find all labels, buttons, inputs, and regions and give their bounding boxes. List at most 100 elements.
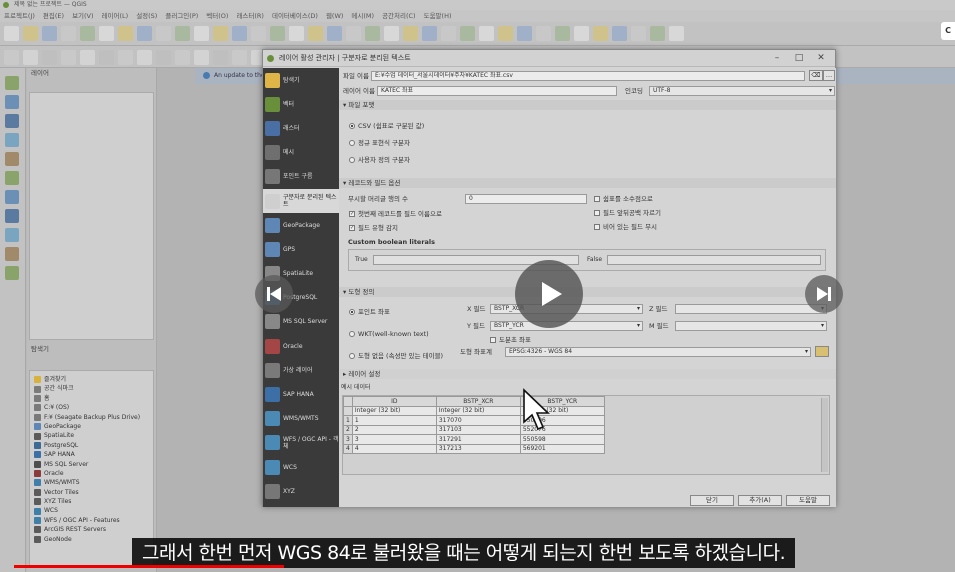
toolbar-tool-icon[interactable] <box>574 26 589 41</box>
add-layer-icon[interactable] <box>5 228 19 242</box>
toolbar-tool-icon[interactable] <box>650 26 665 41</box>
add-button[interactable]: 추가(A) <box>738 495 782 506</box>
browser-item[interactable]: WCS <box>34 506 151 515</box>
add-layer-icon[interactable] <box>5 152 19 166</box>
edit-tool-icon[interactable] <box>99 50 114 65</box>
dms-checkbox[interactable] <box>490 337 496 343</box>
toolbar-tool-icon[interactable] <box>536 26 551 41</box>
add-layer-icon[interactable] <box>5 95 19 109</box>
table-scrollbar[interactable] <box>821 398 828 472</box>
menu-item[interactable]: 레이어(L) <box>102 10 129 22</box>
sidebar-item[interactable]: 래스터 <box>263 116 339 140</box>
toolbar-tool-icon[interactable] <box>498 26 513 41</box>
menu-item[interactable]: 도움말(H) <box>424 10 452 22</box>
check-option[interactable]: ✓ 필드 유형 감지 <box>349 223 398 233</box>
toolbar-tool-icon[interactable] <box>42 26 57 41</box>
radio-button[interactable] <box>349 309 355 315</box>
checkbox[interactable] <box>594 224 600 230</box>
menu-item[interactable]: 공간처리(C) <box>382 10 416 22</box>
browser-item[interactable]: PostgreSQL <box>34 441 151 450</box>
toolbar-tool-icon[interactable] <box>137 26 152 41</box>
menu-item[interactable]: 편집(E) <box>43 10 64 22</box>
toolbar-tool-icon[interactable] <box>289 26 304 41</box>
sidebar-item[interactable]: 탐색기 <box>263 68 339 92</box>
toolbar-tool-icon[interactable] <box>593 26 608 41</box>
encoding-select[interactable]: UTF-8 <box>649 86 835 96</box>
m-field-select[interactable] <box>675 321 827 331</box>
sidebar-item[interactable]: GPS <box>263 237 339 261</box>
column-type-select[interactable]: Integer (32 bit) <box>351 405 437 416</box>
browser-item[interactable]: F:¥ (Seagate Backup Plus Drive) <box>34 413 151 422</box>
browser-item[interactable]: WMS/WMTS <box>34 478 151 487</box>
toolbar-tool-icon[interactable] <box>175 26 190 41</box>
browser-item[interactable]: C:¥ (OS) <box>34 403 151 412</box>
layers-tree[interactable] <box>29 92 154 340</box>
toolbar-tool-icon[interactable] <box>517 26 532 41</box>
menu-item[interactable]: 설정(S) <box>136 10 157 22</box>
toolbar-tool-icon[interactable] <box>479 26 494 41</box>
layer-name-input[interactable]: KATEC 좌표 <box>377 86 617 96</box>
browse-file-button[interactable]: … <box>823 70 835 81</box>
file-format-section[interactable]: ▾ 파일 포맷 <box>339 100 836 110</box>
toolbar-tool-icon[interactable] <box>422 26 437 41</box>
edit-tool-icon[interactable] <box>232 50 247 65</box>
edit-tool-icon[interactable] <box>156 50 171 65</box>
toolbar-tool-icon[interactable] <box>61 26 76 41</box>
sidebar-item[interactable]: WCS <box>263 455 339 479</box>
menu-item[interactable]: 프로젝트(J) <box>4 10 35 22</box>
help-button[interactable]: 도움말 <box>786 495 830 506</box>
radio-button[interactable] <box>349 157 355 163</box>
add-layer-icon[interactable] <box>5 114 19 128</box>
column-header[interactable]: ID <box>351 396 437 407</box>
sidebar-item[interactable]: 구분자로 분리된 텍스트 <box>263 188 339 214</box>
toolbar-tool-icon[interactable] <box>441 26 456 41</box>
add-layer-icon[interactable] <box>5 76 19 90</box>
toolbar-tool-icon[interactable] <box>460 26 475 41</box>
browser-item[interactable]: GeoPackage <box>34 422 151 431</box>
sidebar-item[interactable]: 가상 레이어 <box>263 358 339 382</box>
radio-option[interactable]: 도형 없음 (속성만 있는 테이블) <box>349 351 443 361</box>
add-layer-icon[interactable] <box>5 190 19 204</box>
toolbar-tool-icon[interactable] <box>308 26 323 41</box>
toolbar-tool-icon[interactable] <box>669 26 684 41</box>
browser-item[interactable]: ArcGIS REST Servers <box>34 525 151 534</box>
sidebar-item[interactable]: 벡터 <box>263 92 339 116</box>
toolbar-tool-icon[interactable] <box>346 26 361 41</box>
menu-item[interactable]: 래스터(R) <box>236 10 264 22</box>
checkbox[interactable] <box>594 196 600 202</box>
sidebar-item[interactable]: 메시 <box>263 141 339 165</box>
geometry-section[interactable]: ▾ 도형 정의 <box>339 287 836 297</box>
toolbar-tool-icon[interactable] <box>612 26 627 41</box>
add-layer-icon[interactable] <box>5 209 19 223</box>
sidebar-item[interactable]: Oracle <box>263 334 339 358</box>
radio-button[interactable] <box>349 331 355 337</box>
sidebar-item[interactable]: WFS / OGC API - 객체 <box>263 431 339 455</box>
layer-settings-section[interactable]: ▸ 레이어 설정 <box>339 369 836 379</box>
skip-lines-spinbox[interactable]: 0 <box>465 194 587 204</box>
edit-tool-icon[interactable] <box>213 50 228 65</box>
check-option[interactable]: ✓ 첫번째 레코드를 필드 이름으로 <box>349 209 442 219</box>
toolbar-tool-icon[interactable] <box>23 26 38 41</box>
sidebar-item[interactable]: WMS/WMTS <box>263 407 339 431</box>
checkbox[interactable]: ✓ <box>349 225 355 231</box>
edit-tool-icon[interactable] <box>23 50 38 65</box>
false-literal-input[interactable] <box>607 255 821 265</box>
toolbar-tool-icon[interactable] <box>99 26 114 41</box>
toolbar-tool-icon[interactable] <box>365 26 380 41</box>
toolbar-tool-icon[interactable] <box>194 26 209 41</box>
browser-item[interactable]: 공간 식마크 <box>34 384 151 393</box>
menu-item[interactable]: 보기(V) <box>72 10 93 22</box>
browser-item[interactable]: 즐겨찾기 <box>34 375 151 384</box>
add-layer-icon[interactable] <box>5 266 19 280</box>
dms-option[interactable]: 도분초 좌표 <box>490 335 531 345</box>
menu-item[interactable]: 웹(W) <box>326 10 343 22</box>
previous-video-button[interactable] <box>255 275 293 313</box>
browser-item[interactable]: Vector Tiles <box>34 488 151 497</box>
toolbar-tool-icon[interactable] <box>270 26 285 41</box>
toolbar-tool-icon[interactable] <box>4 26 19 41</box>
check-option[interactable]: 필드 앞뒤공백 자르기 <box>594 208 661 218</box>
add-layer-icon[interactable] <box>5 133 19 147</box>
menu-item[interactable]: 메시(M) <box>351 10 374 22</box>
browser-item[interactable]: SpatiaLite <box>34 431 151 440</box>
browser-item[interactable]: XYZ Tiles <box>34 497 151 506</box>
